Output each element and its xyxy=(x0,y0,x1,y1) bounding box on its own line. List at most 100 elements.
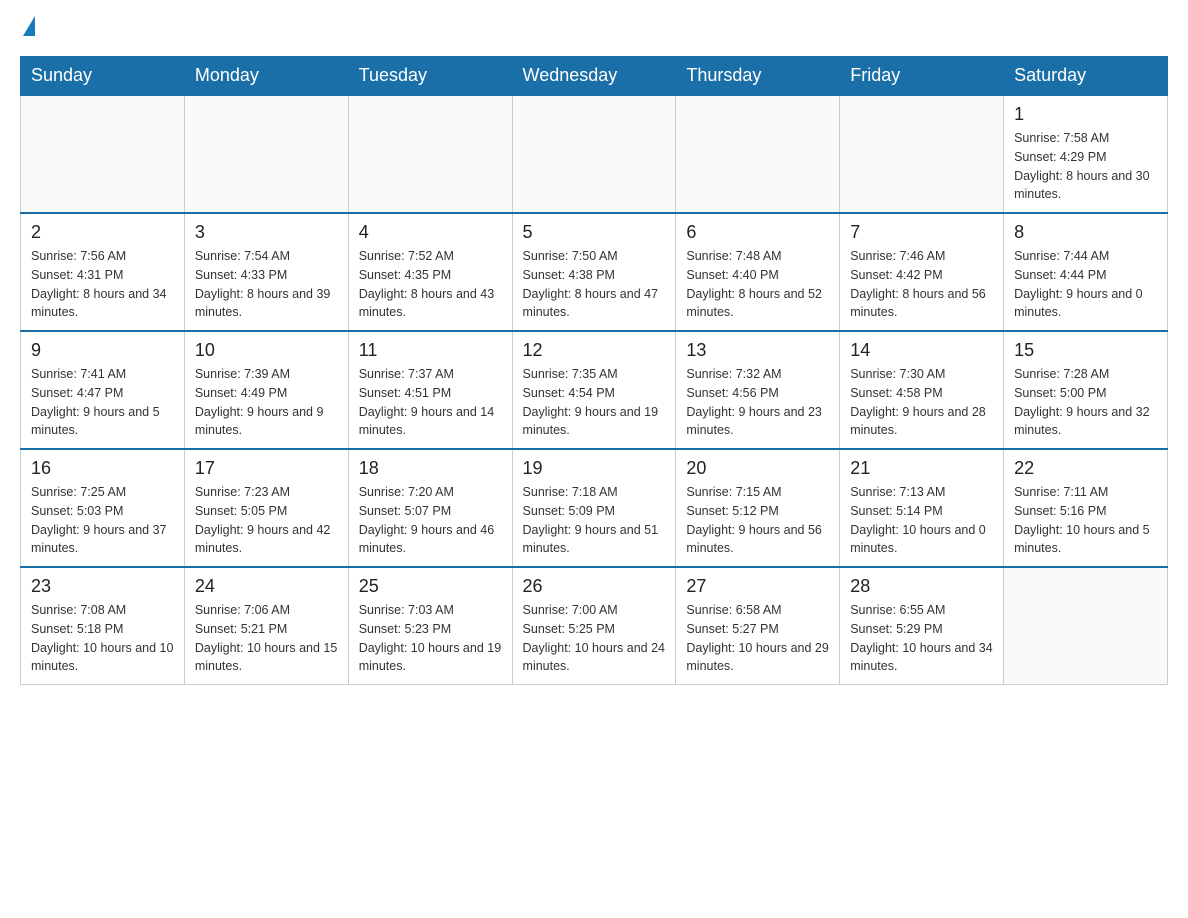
day-number: 6 xyxy=(686,222,829,243)
calendar-cell xyxy=(348,95,512,213)
day-of-week-header: Wednesday xyxy=(512,57,676,96)
day-info: Sunrise: 7:20 AMSunset: 5:07 PMDaylight:… xyxy=(359,483,502,558)
day-info: Sunrise: 7:48 AMSunset: 4:40 PMDaylight:… xyxy=(686,247,829,322)
calendar-cell: 12 Sunrise: 7:35 AMSunset: 4:54 PMDayligh… xyxy=(512,331,676,449)
day-number: 20 xyxy=(686,458,829,479)
calendar-cell: 18 Sunrise: 7:20 AMSunset: 5:07 PMDayligh… xyxy=(348,449,512,567)
day-number: 24 xyxy=(195,576,338,597)
calendar-cell: 27Sunrise: 6:58 AMSunset: 5:27 PMDayligh… xyxy=(676,567,840,685)
calendar-week-row: 2 Sunrise: 7:56 AMSunset: 4:31 PMDaylight… xyxy=(21,213,1168,331)
logo-triangle-icon xyxy=(23,16,35,36)
calendar-cell: 15Sunrise: 7:28 AMSunset: 5:00 PMDayligh… xyxy=(1004,331,1168,449)
calendar-cell xyxy=(840,95,1004,213)
calendar-cell xyxy=(1004,567,1168,685)
calendar-cell: 22 Sunrise: 7:11 AMSunset: 5:16 PMDayligh… xyxy=(1004,449,1168,567)
day-info: Sunrise: 6:58 AMSunset: 5:27 PMDaylight:… xyxy=(686,601,829,676)
day-info: Sunrise: 7:58 AMSunset: 4:29 PMDaylight:… xyxy=(1014,129,1157,204)
day-number: 7 xyxy=(850,222,993,243)
calendar-cell: 1 Sunrise: 7:58 AMSunset: 4:29 PMDaylight… xyxy=(1004,95,1168,213)
day-info: Sunrise: 7:06 AMSunset: 5:21 PMDaylight:… xyxy=(195,601,338,676)
calendar-cell: 19 Sunrise: 7:18 AMSunset: 5:09 PMDayligh… xyxy=(512,449,676,567)
calendar-cell: 8 Sunrise: 7:44 AMSunset: 4:44 PMDaylight… xyxy=(1004,213,1168,331)
day-info: Sunrise: 7:13 AMSunset: 5:14 PMDaylight:… xyxy=(850,483,993,558)
day-info: Sunrise: 7:50 AMSunset: 4:38 PMDaylight:… xyxy=(523,247,666,322)
calendar-cell xyxy=(21,95,185,213)
day-number: 2 xyxy=(31,222,174,243)
day-info: Sunrise: 7:30 AMSunset: 4:58 PMDaylight:… xyxy=(850,365,993,440)
calendar-week-row: 16 Sunrise: 7:25 AMSunset: 5:03 PMDayligh… xyxy=(21,449,1168,567)
day-number: 22 xyxy=(1014,458,1157,479)
calendar-cell: 25Sunrise: 7:03 AMSunset: 5:23 PMDayligh… xyxy=(348,567,512,685)
calendar-cell: 26 Sunrise: 7:00 AMSunset: 5:25 PMDayligh… xyxy=(512,567,676,685)
logo xyxy=(20,20,35,40)
calendar-cell: 20Sunrise: 7:15 AMSunset: 5:12 PMDayligh… xyxy=(676,449,840,567)
day-info: Sunrise: 7:35 AMSunset: 4:54 PMDaylight:… xyxy=(523,365,666,440)
day-of-week-header: Thursday xyxy=(676,57,840,96)
day-number: 26 xyxy=(523,576,666,597)
calendar-cell: 6 Sunrise: 7:48 AMSunset: 4:40 PMDaylight… xyxy=(676,213,840,331)
day-number: 10 xyxy=(195,340,338,361)
day-number: 18 xyxy=(359,458,502,479)
day-number: 3 xyxy=(195,222,338,243)
day-of-week-header: Monday xyxy=(184,57,348,96)
day-of-week-header: Friday xyxy=(840,57,1004,96)
day-of-week-header: Saturday xyxy=(1004,57,1168,96)
calendar-cell: 24 Sunrise: 7:06 AMSunset: 5:21 PMDayligh… xyxy=(184,567,348,685)
day-number: 16 xyxy=(31,458,174,479)
day-info: Sunrise: 7:37 AMSunset: 4:51 PMDaylight:… xyxy=(359,365,502,440)
day-number: 19 xyxy=(523,458,666,479)
day-number: 1 xyxy=(1014,104,1157,125)
day-of-week-header: Sunday xyxy=(21,57,185,96)
day-info: Sunrise: 7:18 AMSunset: 5:09 PMDaylight:… xyxy=(523,483,666,558)
calendar-cell: 21 Sunrise: 7:13 AMSunset: 5:14 PMDayligh… xyxy=(840,449,1004,567)
calendar-cell: 5 Sunrise: 7:50 AMSunset: 4:38 PMDaylight… xyxy=(512,213,676,331)
calendar-cell: 23Sunrise: 7:08 AMSunset: 5:18 PMDayligh… xyxy=(21,567,185,685)
day-number: 28 xyxy=(850,576,993,597)
day-number: 11 xyxy=(359,340,502,361)
day-info: Sunrise: 7:46 AMSunset: 4:42 PMDaylight:… xyxy=(850,247,993,322)
calendar-week-row: 23Sunrise: 7:08 AMSunset: 5:18 PMDayligh… xyxy=(21,567,1168,685)
day-info: Sunrise: 7:25 AMSunset: 5:03 PMDaylight:… xyxy=(31,483,174,558)
day-info: Sunrise: 7:56 AMSunset: 4:31 PMDaylight:… xyxy=(31,247,174,322)
calendar-cell: 16 Sunrise: 7:25 AMSunset: 5:03 PMDayligh… xyxy=(21,449,185,567)
day-info: Sunrise: 7:32 AMSunset: 4:56 PMDaylight:… xyxy=(686,365,829,440)
calendar-cell: 2 Sunrise: 7:56 AMSunset: 4:31 PMDaylight… xyxy=(21,213,185,331)
calendar-cell: 9 Sunrise: 7:41 AMSunset: 4:47 PMDaylight… xyxy=(21,331,185,449)
day-info: Sunrise: 7:52 AMSunset: 4:35 PMDaylight:… xyxy=(359,247,502,322)
day-number: 8 xyxy=(1014,222,1157,243)
day-info: Sunrise: 7:54 AMSunset: 4:33 PMDaylight:… xyxy=(195,247,338,322)
calendar-cell xyxy=(676,95,840,213)
day-info: Sunrise: 7:00 AMSunset: 5:25 PMDaylight:… xyxy=(523,601,666,676)
calendar-header-row: SundayMondayTuesdayWednesdayThursdayFrid… xyxy=(21,57,1168,96)
day-info: Sunrise: 7:41 AMSunset: 4:47 PMDaylight:… xyxy=(31,365,174,440)
day-number: 12 xyxy=(523,340,666,361)
day-number: 25 xyxy=(359,576,502,597)
day-info: Sunrise: 7:23 AMSunset: 5:05 PMDaylight:… xyxy=(195,483,338,558)
calendar-table: SundayMondayTuesdayWednesdayThursdayFrid… xyxy=(20,56,1168,685)
calendar-cell: 28Sunrise: 6:55 AMSunset: 5:29 PMDayligh… xyxy=(840,567,1004,685)
day-info: Sunrise: 7:39 AMSunset: 4:49 PMDaylight:… xyxy=(195,365,338,440)
calendar-cell: 13 Sunrise: 7:32 AMSunset: 4:56 PMDayligh… xyxy=(676,331,840,449)
day-info: Sunrise: 7:44 AMSunset: 4:44 PMDaylight:… xyxy=(1014,247,1157,322)
day-number: 15 xyxy=(1014,340,1157,361)
day-of-week-header: Tuesday xyxy=(348,57,512,96)
page-header xyxy=(20,20,1168,40)
calendar-cell: 4 Sunrise: 7:52 AMSunset: 4:35 PMDaylight… xyxy=(348,213,512,331)
calendar-cell: 14 Sunrise: 7:30 AMSunset: 4:58 PMDayligh… xyxy=(840,331,1004,449)
day-number: 21 xyxy=(850,458,993,479)
calendar-cell xyxy=(184,95,348,213)
calendar-cell: 7 Sunrise: 7:46 AMSunset: 4:42 PMDaylight… xyxy=(840,213,1004,331)
day-number: 17 xyxy=(195,458,338,479)
calendar-week-row: 9 Sunrise: 7:41 AMSunset: 4:47 PMDaylight… xyxy=(21,331,1168,449)
calendar-cell: 3 Sunrise: 7:54 AMSunset: 4:33 PMDaylight… xyxy=(184,213,348,331)
calendar-cell: 17 Sunrise: 7:23 AMSunset: 5:05 PMDayligh… xyxy=(184,449,348,567)
day-number: 14 xyxy=(850,340,993,361)
day-number: 5 xyxy=(523,222,666,243)
calendar-week-row: 1 Sunrise: 7:58 AMSunset: 4:29 PMDaylight… xyxy=(21,95,1168,213)
day-info: Sunrise: 7:11 AMSunset: 5:16 PMDaylight:… xyxy=(1014,483,1157,558)
day-number: 13 xyxy=(686,340,829,361)
day-number: 23 xyxy=(31,576,174,597)
day-number: 9 xyxy=(31,340,174,361)
calendar-cell: 10 Sunrise: 7:39 AMSunset: 4:49 PMDayligh… xyxy=(184,331,348,449)
day-number: 4 xyxy=(359,222,502,243)
